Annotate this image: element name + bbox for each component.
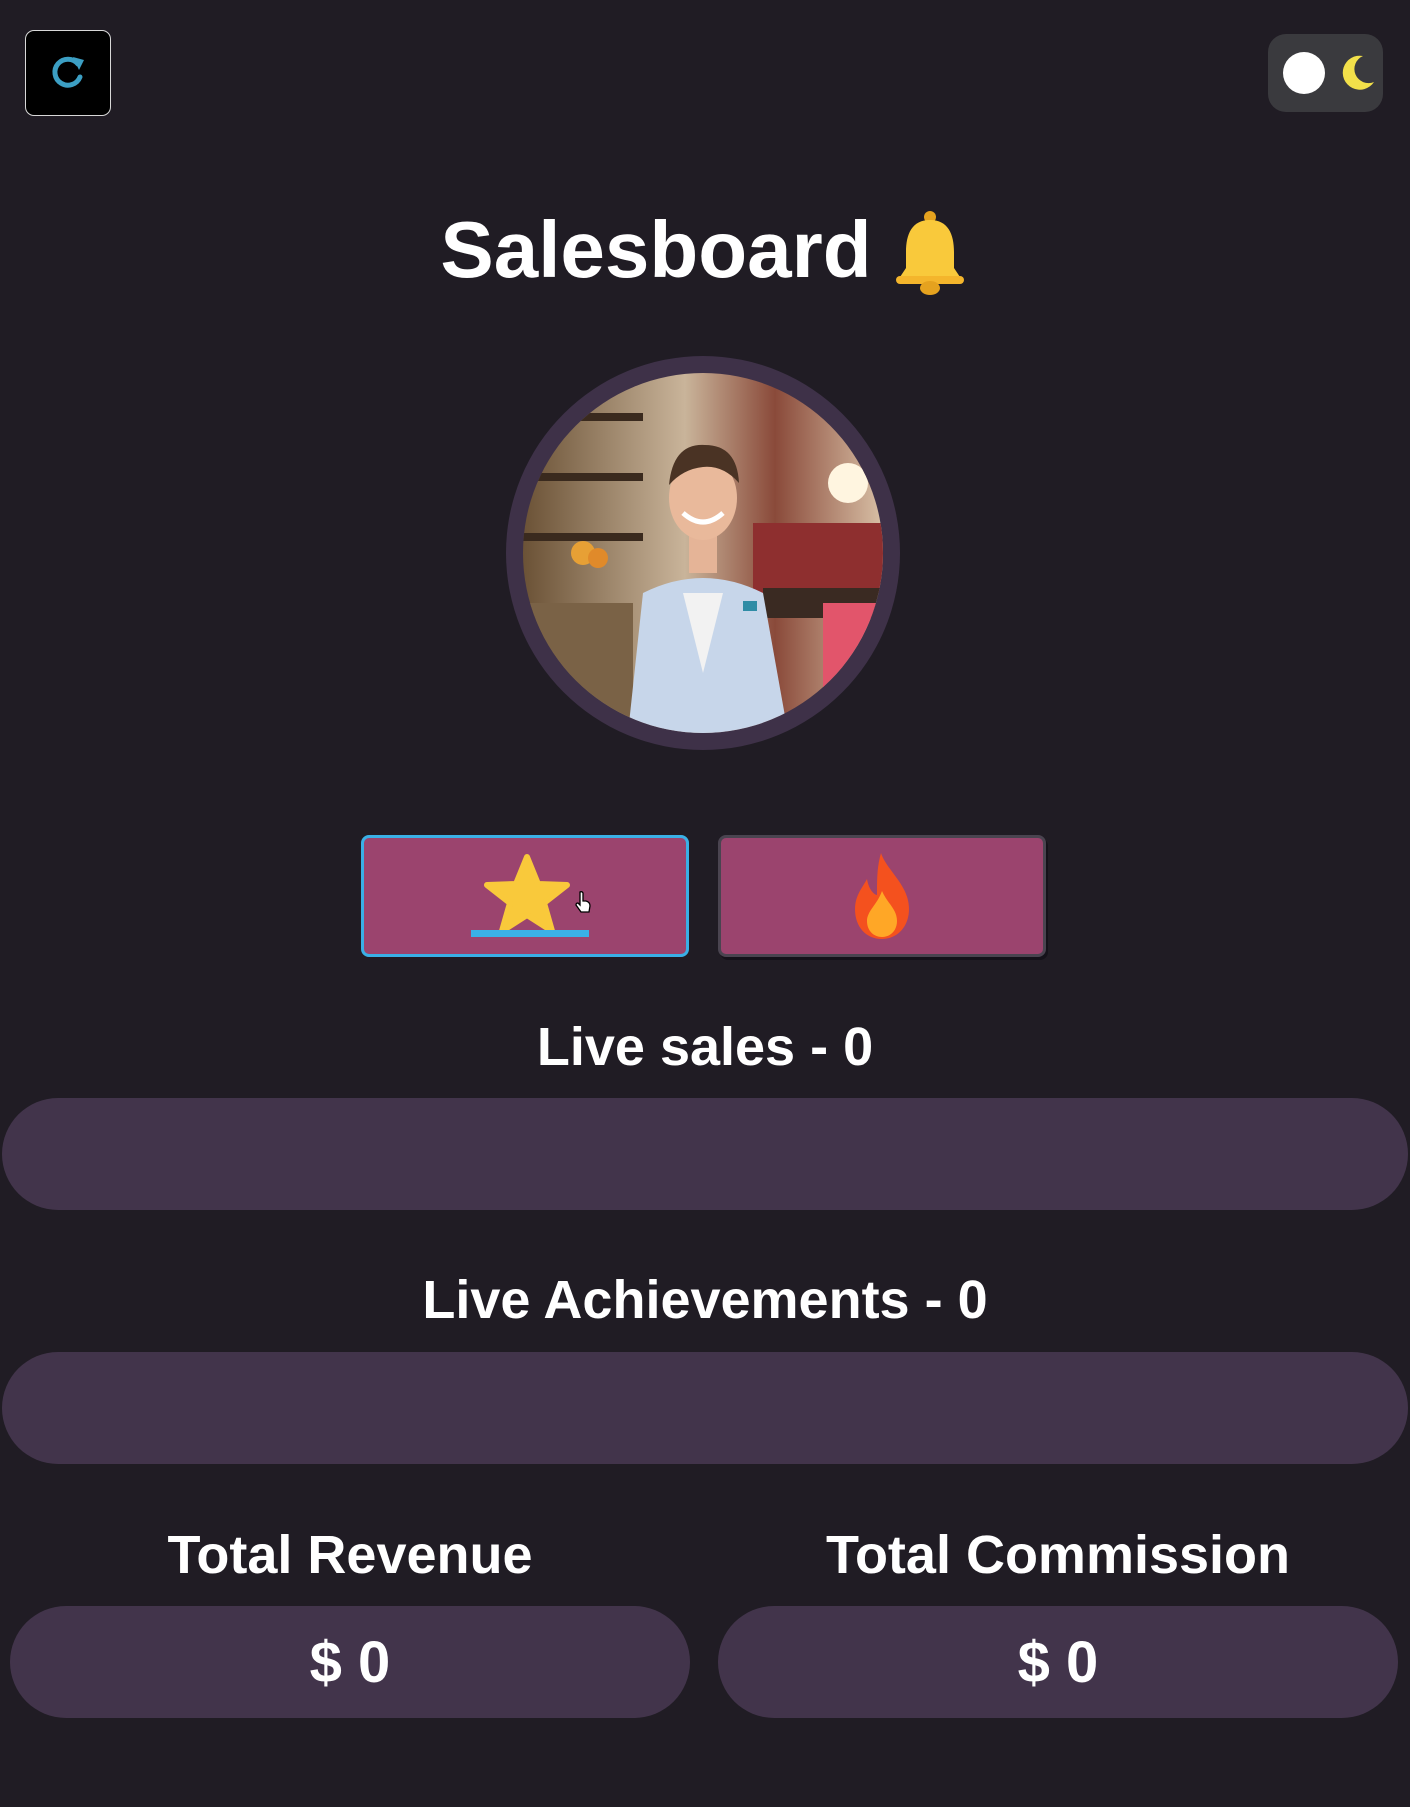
pointer-cursor-icon	[575, 891, 591, 913]
live-sales-title: Live sales - 0	[536, 1017, 874, 1077]
sun-knob-icon	[1283, 52, 1325, 94]
total-commission-label: Total Commission	[825, 1525, 1291, 1585]
total-commission-value: $ 0	[718, 1606, 1398, 1718]
header: Salesboard	[0, 200, 1410, 300]
live-achievements-title: Live Achievements - 0	[422, 1270, 988, 1330]
fire-mode-button[interactable]	[718, 835, 1046, 957]
theme-toggle[interactable]	[1268, 34, 1383, 112]
star-mode-button[interactable]	[361, 835, 689, 957]
star-icon	[484, 854, 570, 934]
total-revenue-value: $ 0	[10, 1606, 690, 1718]
refresh-button[interactable]	[25, 30, 111, 116]
bell-icon	[895, 211, 964, 295]
moon-icon	[1342, 55, 1374, 90]
live-sales-feed	[2, 1098, 1408, 1210]
total-revenue-label: Total Revenue	[167, 1525, 533, 1585]
fire-icon	[855, 853, 909, 939]
salesperson-photo	[523, 373, 883, 733]
refresh-icon	[52, 56, 84, 88]
selected-indicator	[471, 930, 589, 937]
avatar	[506, 356, 900, 750]
live-achievements-feed	[2, 1352, 1408, 1464]
page-title: Salesboard	[440, 205, 872, 294]
